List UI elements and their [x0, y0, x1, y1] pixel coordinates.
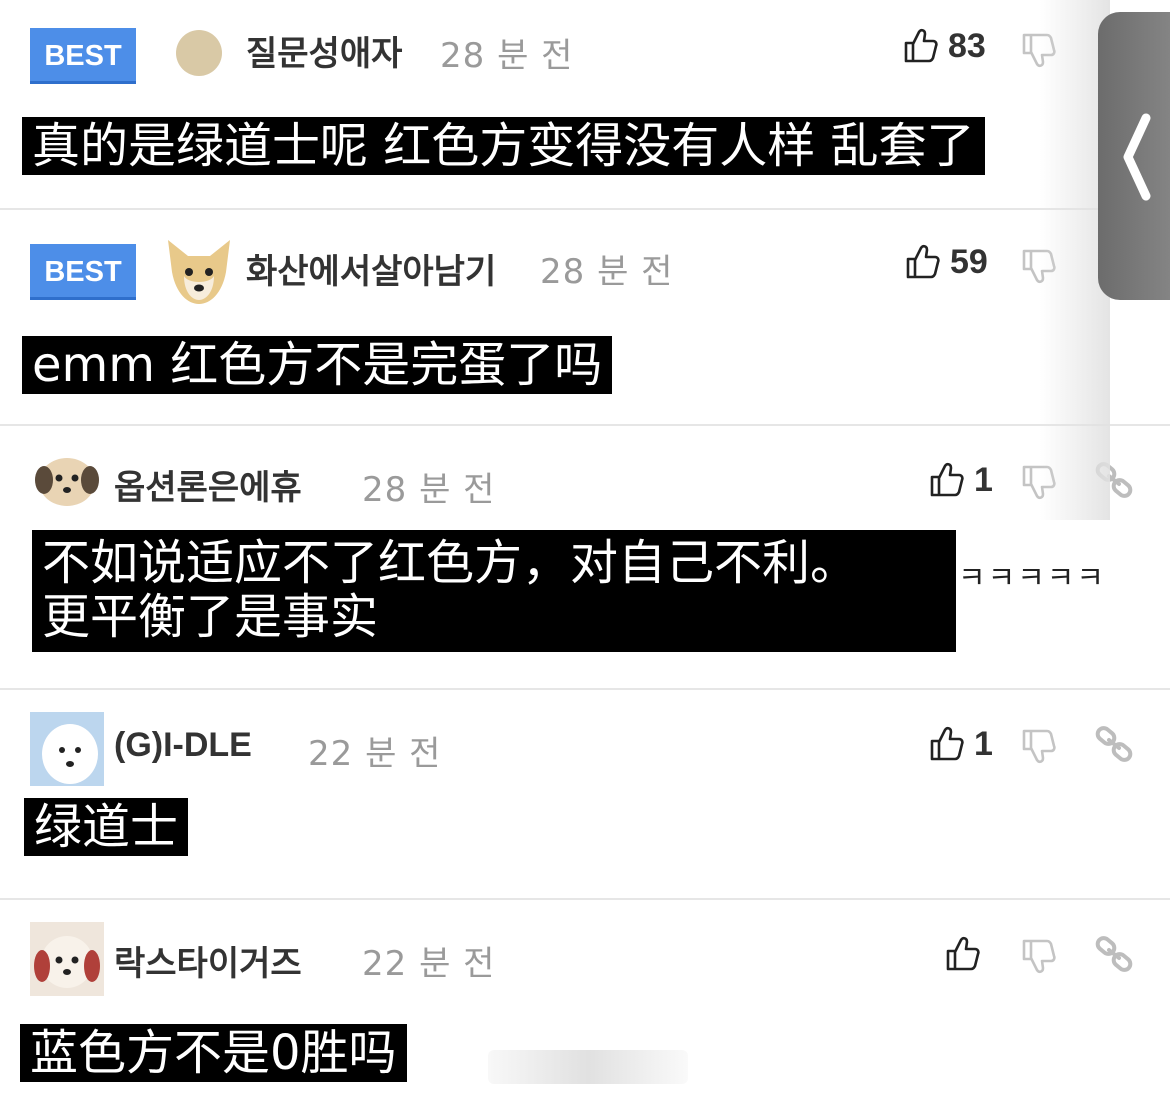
comment-text: emm 红色方不是完蛋了吗	[22, 336, 613, 394]
timestamp: 28 분 전	[362, 470, 496, 510]
comment-item: BEST 질문성애자 28 분 전 83 真的是绿道士呢 红色方变得没有人样 乱…	[0, 0, 1170, 210]
timestamp: 28 분 전	[440, 36, 574, 76]
comment-item: BEST 화산에서살아남기 28 분 전 59 emm 红色方不是完蛋了吗	[0, 210, 1170, 426]
username[interactable]: 화산에서살아남기	[246, 244, 496, 293]
comment-text-trailing: ㅋㅋㅋㅋㅋ	[958, 561, 1106, 596]
timestamp: 28 분 전	[540, 252, 674, 292]
avatar[interactable]	[30, 712, 104, 786]
like-button[interactable]	[942, 934, 990, 974]
comment-text: 蓝色方不是0胜吗	[20, 1024, 407, 1082]
avatar[interactable]	[32, 450, 102, 510]
comment-text: 真的是绿道士呢 红色方变得没有人样 乱套了	[22, 117, 985, 175]
thumbs-up-icon	[902, 242, 942, 282]
watermark	[488, 1050, 688, 1084]
best-badge: BEST	[30, 244, 136, 300]
like-button[interactable]: 1	[926, 724, 993, 764]
comment-text: 不如说适应不了红色方，对自己不利。 更平衡了是事实	[32, 530, 956, 652]
avatar[interactable]	[30, 922, 104, 996]
username[interactable]: 옵션론은에휴	[114, 460, 302, 509]
side-panel-toggle[interactable]	[1098, 12, 1170, 300]
best-badge: BEST	[30, 28, 136, 84]
like-button[interactable]: 59	[902, 242, 988, 282]
username[interactable]: 락스타이거즈	[114, 936, 302, 985]
thumbs-down-icon[interactable]	[1018, 726, 1058, 766]
like-button[interactable]: 83	[900, 26, 986, 66]
thumbs-down-icon[interactable]	[1018, 936, 1058, 976]
like-count: 83	[948, 26, 986, 65]
comment-text: 绿道士	[24, 798, 189, 856]
thumbs-up-icon	[900, 26, 940, 66]
like-count: 1	[974, 460, 993, 499]
thumbs-up-icon	[926, 460, 966, 500]
comment-item: (G)I-DLE 22 분 전 1 绿道士	[0, 690, 1170, 900]
comment-text-line: 不如说适应不了红色方，对自己不利。	[42, 535, 859, 591]
username[interactable]: 질문성애자	[246, 26, 402, 75]
avatar[interactable]	[162, 232, 236, 306]
timestamp: 22 분 전	[362, 944, 496, 984]
link-icon[interactable]	[1094, 934, 1134, 974]
avatar[interactable]	[174, 28, 224, 78]
comment-text-line: 更平衡了是事实	[42, 589, 379, 645]
thumbs-up-icon	[926, 724, 966, 764]
link-icon[interactable]	[1094, 724, 1134, 764]
thumbs-up-icon	[942, 934, 982, 974]
comment-item: 옵션론은에휴 28 분 전 1 不如说适应不了红色方，对自己不利。 更平衡了是事…	[0, 426, 1170, 690]
timestamp: 22 분 전	[308, 734, 442, 774]
like-button[interactable]: 1	[926, 460, 993, 500]
like-count: 59	[950, 242, 988, 281]
like-count: 1	[974, 724, 993, 763]
username[interactable]: (G)I-DLE	[114, 726, 252, 765]
chevron-left-icon	[1123, 113, 1151, 201]
